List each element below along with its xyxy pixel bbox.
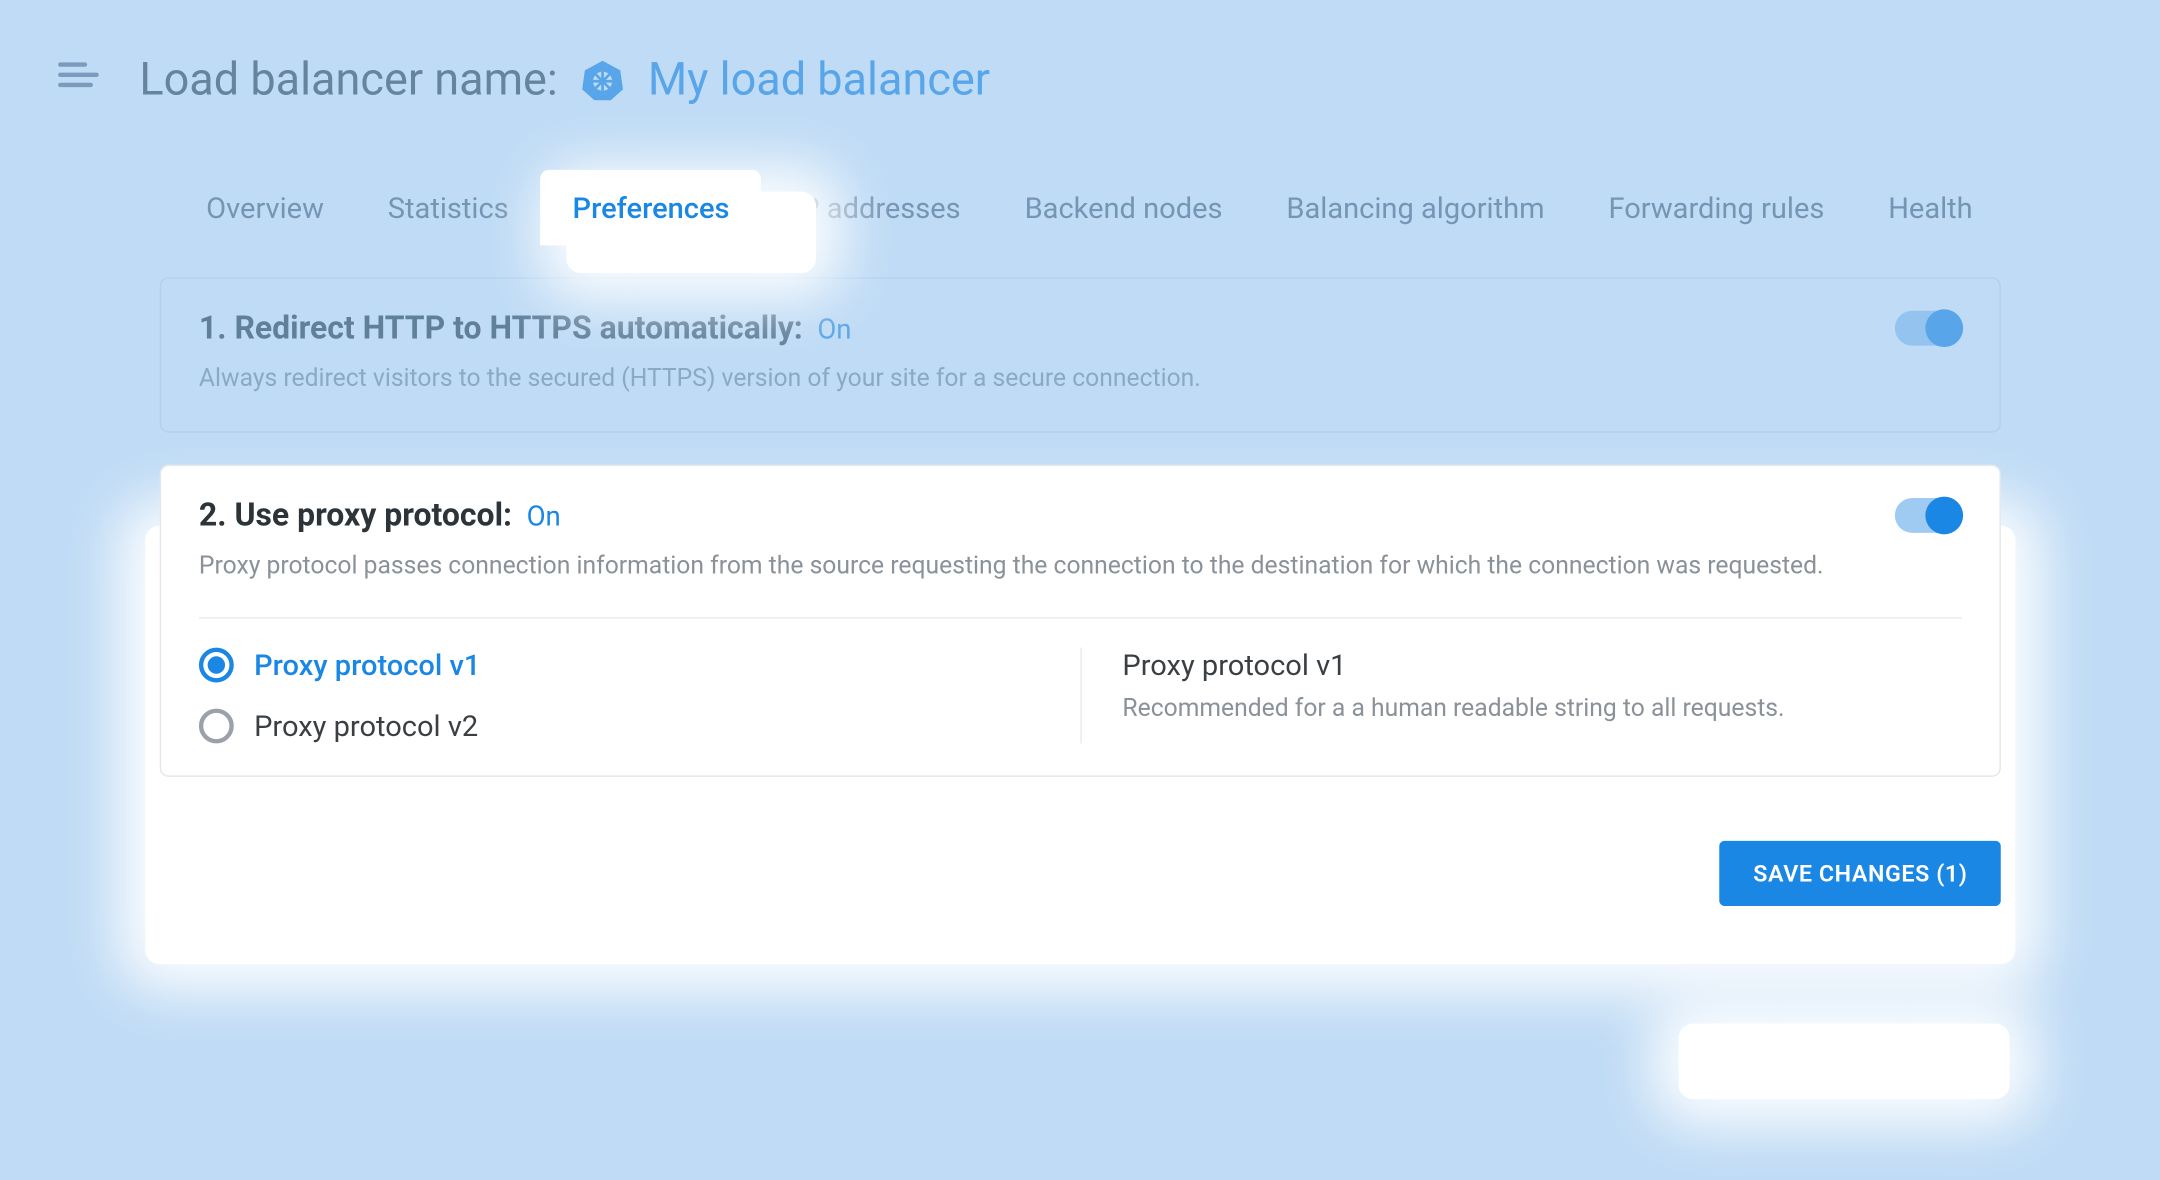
pref-redirect-toggle[interactable] — [1895, 311, 1962, 346]
menu-icon[interactable] — [58, 62, 99, 97]
divider — [199, 617, 1962, 618]
tab-balancing-algorithm[interactable]: Balancing algorithm — [1254, 170, 1576, 246]
cancel-button[interactable]: CANCEL — [1541, 841, 1699, 906]
save-changes-button[interactable]: SAVE CHANGES (1) — [1720, 841, 2001, 906]
load-balancer-name[interactable]: My load balancer — [648, 52, 990, 106]
radio-proxy-v2[interactable]: Proxy protocol v2 — [199, 709, 1080, 744]
pref-redirect-title: 1. Redirect HTTP to HTTPS automatically: — [199, 311, 803, 347]
pref-proxy-card: 2. Use proxy protocol: On Proxy protocol… — [160, 464, 2001, 777]
pref-redirect-desc: Always redirect visitors to the secured … — [199, 362, 1962, 399]
tab-backend-nodes[interactable]: Backend nodes — [993, 170, 1255, 246]
pref-proxy-toggle[interactable] — [1895, 497, 1962, 532]
radio-icon — [199, 648, 234, 683]
tab-forwarding-rules[interactable]: Forwarding rules — [1577, 170, 1857, 246]
pref-redirect-card: 1. Redirect HTTP to HTTPS automatically:… — [160, 277, 2001, 432]
page-title-label: Load balancer name: — [139, 52, 557, 106]
radio-proxy-v1[interactable]: Proxy protocol v1 — [199, 648, 1080, 683]
tab-overview[interactable]: Overview — [174, 170, 356, 246]
pref-proxy-desc: Proxy protocol passes connection informa… — [199, 548, 1962, 585]
tab-ip-addresses[interactable]: IP addresses — [761, 170, 992, 246]
pref-redirect-status: On — [817, 312, 851, 345]
tab-health[interactable]: Health — [1856, 170, 2004, 246]
page-title-row: Load balancer name: My load balancer — [139, 52, 990, 106]
radio-proxy-v1-label: Proxy protocol v1 — [254, 648, 480, 683]
pref-proxy-status: On — [527, 499, 561, 532]
tab-preferences[interactable]: Preferences — [541, 170, 762, 246]
radio-icon — [199, 709, 234, 744]
proxy-selected-title: Proxy protocol v1 — [1122, 648, 1961, 683]
proxy-selected-desc: Recommended for a a human readable strin… — [1122, 694, 1961, 723]
radio-proxy-v2-label: Proxy protocol v2 — [254, 709, 478, 744]
tabs: Overview Statistics Preferences IP addre… — [0, 170, 2160, 246]
kubernetes-icon — [581, 57, 625, 101]
tab-statistics[interactable]: Statistics — [356, 170, 541, 246]
pref-proxy-title: 2. Use proxy protocol: — [199, 497, 512, 533]
